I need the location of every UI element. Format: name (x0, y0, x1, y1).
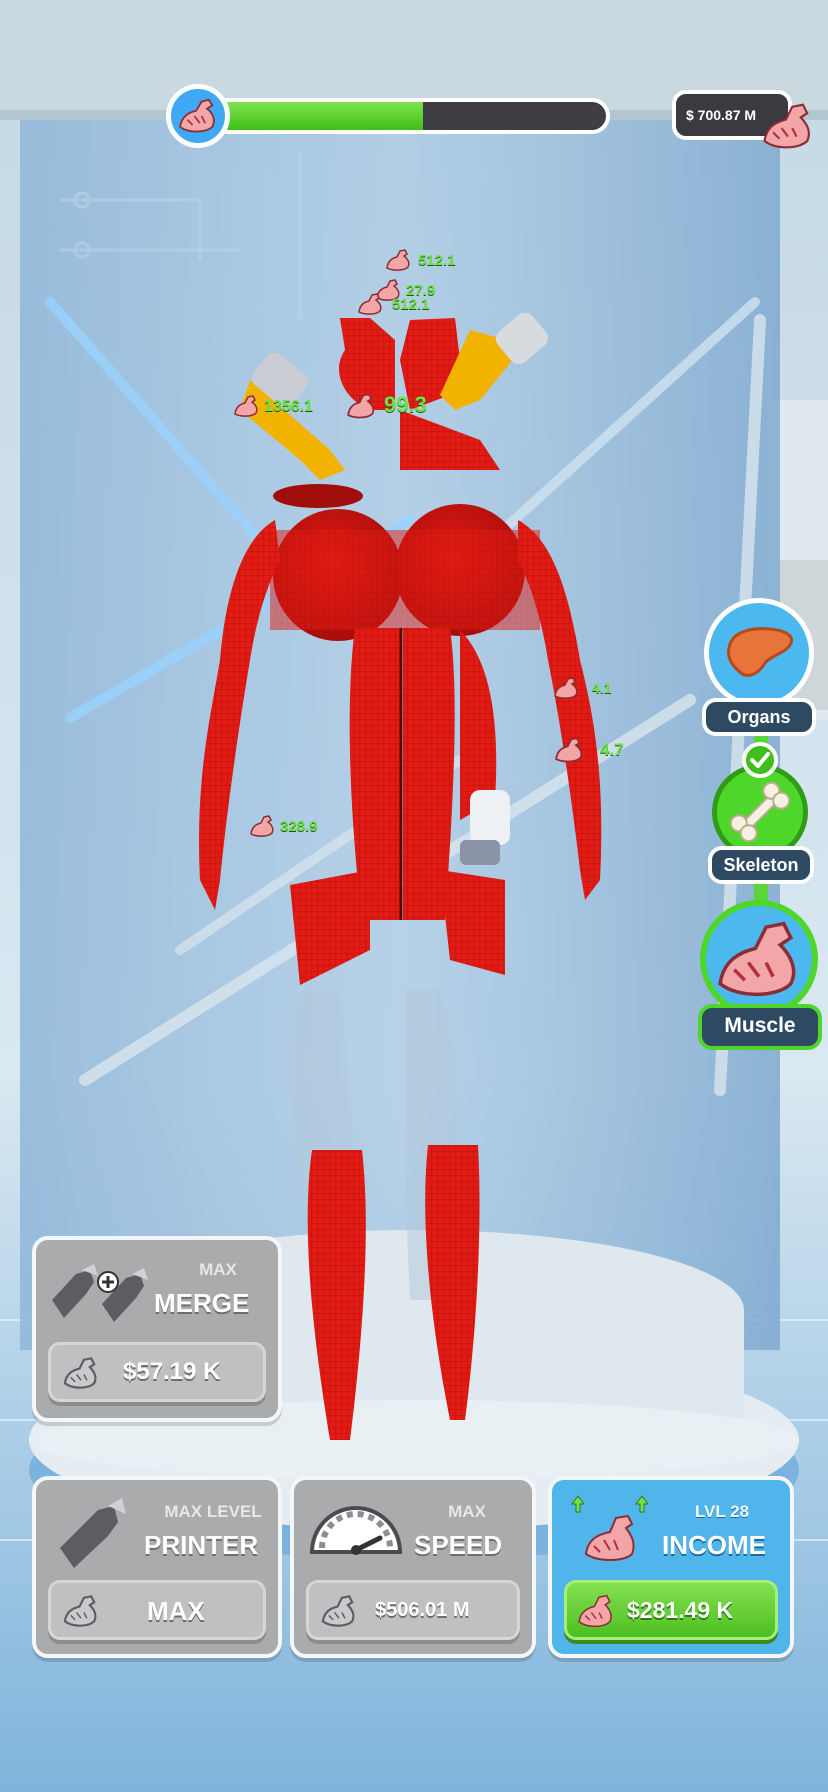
muscle-arm-outline-icon (59, 1589, 103, 1633)
category-label-muscle[interactable]: Muscle (698, 1004, 822, 1050)
category-muscle-button[interactable] (700, 900, 818, 1018)
speed-level: MAX (448, 1502, 486, 1521)
printer-level: MAX LEVEL (164, 1502, 262, 1521)
merge-printers-icon (46, 1260, 150, 1330)
muscle-arm-icon (344, 392, 375, 419)
body-progress-bar (166, 84, 612, 148)
category-organs-button[interactable] (704, 598, 814, 708)
floating-number: 4.1 (592, 680, 612, 696)
speedometer-icon (308, 1498, 404, 1558)
income-buy-button[interactable]: $281.49 K (564, 1580, 778, 1640)
muscle-arm-upgrade-icon (566, 1494, 656, 1564)
merge-upgrade-card[interactable]: MAX MERGE $57.19 K (32, 1236, 282, 1422)
muscle-arm-icon (232, 394, 262, 420)
muscle-arm-icon (552, 676, 582, 702)
floating-number: 328.9 (280, 818, 318, 835)
bone-icon (729, 781, 791, 843)
muscle-arm-icon (384, 248, 414, 274)
printer-nozzle-icon (52, 1496, 136, 1572)
muscle-arm-icon (756, 94, 820, 158)
printer-title: PRINTER (144, 1530, 259, 1560)
merge-price: $57.19 K (123, 1358, 221, 1385)
floating-number: 512.1 (392, 296, 430, 313)
printer-buy-button[interactable]: MAX (48, 1580, 266, 1640)
muscle-arm-icon (552, 736, 583, 763)
muscle-arm-icon (573, 1588, 619, 1634)
printer-upgrade-card[interactable]: MAX LEVEL PRINTER MAX (32, 1476, 282, 1658)
speed-buy-button[interactable]: $506.01 M (306, 1580, 520, 1640)
currency-text: $ 700.87 M (686, 107, 757, 123)
printer-price: MAX (147, 1596, 205, 1626)
liver-icon (727, 627, 794, 677)
category-label-skeleton[interactable]: Skeleton (708, 846, 814, 884)
muscle-arm-icon (166, 84, 230, 148)
category-label-organs[interactable]: Organs (702, 698, 816, 736)
muscle-arm-icon (356, 292, 386, 318)
merge-title: MERGE (154, 1288, 250, 1318)
merge-buy-button[interactable]: $57.19 K (48, 1342, 266, 1402)
income-title: INCOME (662, 1530, 766, 1560)
floating-number: 4.7 (600, 740, 624, 759)
muscle-arm-outline-icon (317, 1589, 361, 1633)
floating-number: 512.1 (418, 252, 456, 269)
floating-number: 99.3 (384, 392, 427, 417)
income-price: $281.49 K (627, 1597, 734, 1623)
progress-fill (200, 102, 424, 130)
speed-upgrade-card[interactable]: MAX SPEED $506.01 M (290, 1476, 536, 1658)
income-upgrade-card[interactable]: LVL 28 INCOME $281.49 K (548, 1476, 794, 1658)
speed-price: $506.01 M (375, 1599, 470, 1621)
speed-title: SPEED (414, 1530, 503, 1560)
muscle-arm-icon (248, 814, 278, 840)
progress-track (196, 98, 610, 134)
muscle-arm-icon (718, 921, 796, 997)
checkmark-icon (742, 742, 778, 778)
muscle-arm-outline-icon (59, 1351, 103, 1395)
merge-level: MAX (199, 1260, 237, 1279)
income-level: LVL 28 (694, 1502, 750, 1521)
floating-number: 1356.1 (264, 398, 313, 415)
